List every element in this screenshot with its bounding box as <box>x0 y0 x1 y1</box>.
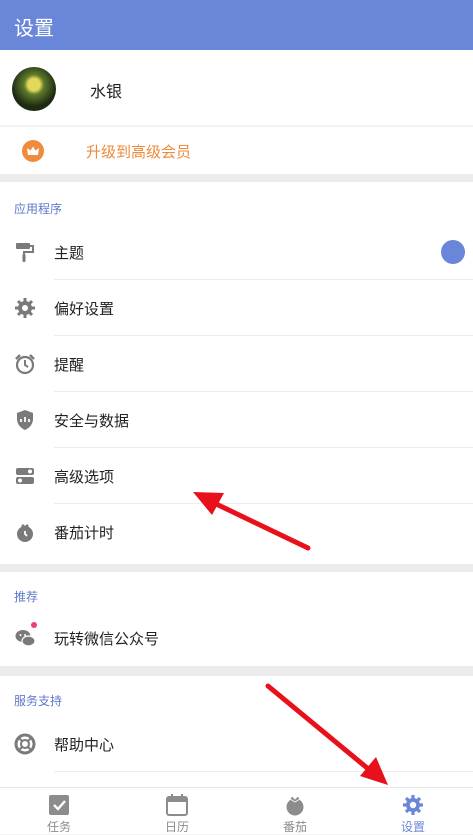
gear-icon <box>15 298 35 318</box>
settings-item-theme[interactable]: 主题 <box>0 224 473 280</box>
settings-item-reminder[interactable]: 提醒 <box>0 336 473 392</box>
paint-roller-icon <box>16 243 34 262</box>
settings-item-preferences[interactable]: 偏好设置 <box>0 280 473 336</box>
tab-pomodoro-label: 番茄 <box>282 820 307 834</box>
pomodoro-label: 番茄计时 <box>54 524 115 542</box>
settings-item-advanced[interactable]: 高级选项 <box>0 448 473 504</box>
shield-icon <box>17 410 33 430</box>
apps-section: 应用程序 主题 偏好设置 提醒 安全与数据 高级选项 番茄计时 <box>0 182 473 564</box>
advanced-label: 高级选项 <box>54 468 115 486</box>
tab-pomodoro[interactable]: 番茄 <box>236 788 354 834</box>
upgrade-premium-label: 升级到高级会员 <box>86 143 192 161</box>
avatar[interactable] <box>12 67 56 111</box>
tab-calendar-label: 日历 <box>164 820 189 834</box>
toggles-icon <box>16 468 34 484</box>
tab-tasks[interactable]: 任务 <box>0 788 118 834</box>
bottom-tab-bar: 任务 日历 番茄 设置 <box>0 787 473 834</box>
crown-icon <box>22 140 44 162</box>
tab-tasks-label: 任务 <box>46 820 71 834</box>
preferences-label: 偏好设置 <box>54 300 115 318</box>
settings-item-help-center[interactable]: 帮助中心 <box>0 716 473 772</box>
tomato-icon <box>286 795 304 816</box>
help-center-label: 帮助中心 <box>54 736 115 754</box>
page-title: 设置 <box>14 16 54 40</box>
apps-section-title: 应用程序 <box>14 202 63 216</box>
recommend-section: 推荐 玩转微信公众号 <box>0 572 473 666</box>
top-bar: 设置 <box>0 0 473 50</box>
upgrade-premium-row[interactable]: 升级到高级会员 <box>0 127 473 174</box>
checkbox-icon <box>49 795 69 815</box>
support-section: 服务支持 帮助中心 <box>0 676 473 787</box>
theme-label: 主题 <box>54 244 85 262</box>
tab-settings-label: 设置 <box>400 820 425 834</box>
support-section-title: 服务支持 <box>14 694 63 708</box>
tomato-timer-icon <box>17 524 33 542</box>
wechat-label: 玩转微信公众号 <box>54 630 160 648</box>
section-divider <box>0 174 473 182</box>
reminder-label: 提醒 <box>54 356 85 374</box>
username: 水银 <box>90 82 123 101</box>
settings-item-security[interactable]: 安全与数据 <box>0 392 473 448</box>
gear-icon <box>403 795 423 815</box>
settings-item-pomodoro[interactable]: 番茄计时 <box>0 504 473 560</box>
lifebuoy-icon <box>14 733 36 755</box>
profile-row[interactable]: 水银 <box>0 50 473 125</box>
tab-calendar[interactable]: 日历 <box>118 788 236 834</box>
security-label: 安全与数据 <box>54 412 130 430</box>
wechat-icon <box>15 630 36 647</box>
settings-item-wechat[interactable]: 玩转微信公众号 <box>0 610 473 666</box>
notification-dot <box>31 622 37 628</box>
section-divider <box>0 666 473 676</box>
divider <box>54 771 473 772</box>
section-divider <box>0 564 473 572</box>
alarm-clock-icon <box>15 354 35 375</box>
tab-settings[interactable]: 设置 <box>354 788 472 834</box>
theme-color-indicator[interactable] <box>441 240 465 264</box>
recommend-section-title: 推荐 <box>14 590 39 604</box>
calendar-icon <box>166 794 188 816</box>
